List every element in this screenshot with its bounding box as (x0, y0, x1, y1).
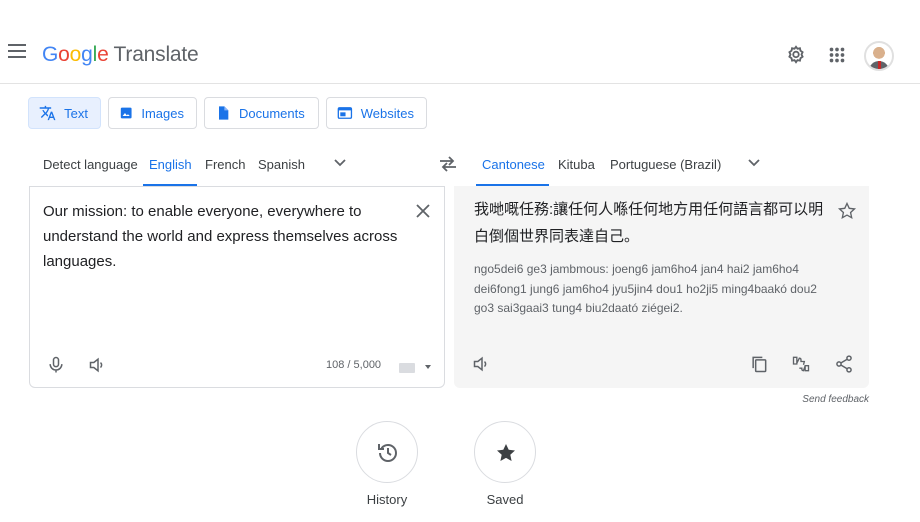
saved-label: Saved (486, 492, 524, 507)
save-translation-star-icon[interactable] (837, 201, 857, 221)
mode-websites-label: Websites (360, 105, 414, 121)
send-feedback-link[interactable]: Send feedback (770, 394, 869, 405)
clear-source-close-icon[interactable] (414, 202, 432, 220)
target-lang-portuguese-brazil[interactable]: Portuguese (Brazil) (610, 157, 721, 172)
product-name: Translate (113, 43, 199, 66)
translated-text: 我哋嘅任務:讓任何人喺任何地方用任何語言都可以明白倒個世界同表達自己。 (474, 201, 824, 245)
app-header: Google Translate (0, 0, 920, 84)
apps-icon[interactable] (826, 44, 848, 66)
mode-text-label: Text (64, 105, 88, 121)
avatar-tie (878, 61, 881, 69)
mode-websites-button[interactable]: Websites (326, 97, 427, 129)
keyboard-caret-icon[interactable] (425, 365, 431, 369)
mode-images-label: Images (141, 105, 184, 121)
source-lang-french[interactable]: French (205, 157, 245, 172)
history-button[interactable] (356, 421, 418, 483)
source-lang-more-chevron-down-icon[interactable] (333, 158, 347, 168)
source-lang-spanish[interactable]: Spanish (258, 157, 305, 172)
target-lang-kituba[interactable]: Kituba (558, 157, 595, 172)
target-text-panel: 我哋嘅任務:讓任何人喺任何地方用任何語言都可以明白倒個世界同表達自己。 ngo5… (454, 186, 869, 388)
keyboard-icon[interactable] (399, 363, 415, 373)
mode-images-button[interactable]: Images (108, 97, 197, 129)
rate-translation-thumbs-icon[interactable] (791, 354, 811, 374)
target-lang-more-chevron-down-icon[interactable] (747, 158, 761, 168)
transliteration-text: ngo5dei6 ge3 jambmous: joeng6 jam6ho4 ja… (474, 262, 817, 315)
website-icon (337, 107, 353, 119)
translate-icon (39, 105, 56, 121)
mode-documents-label: Documents (239, 105, 305, 121)
menu-icon[interactable] (8, 44, 28, 60)
target-lang-cantonese[interactable]: Cantonese (482, 157, 545, 172)
settings-icon[interactable] (785, 44, 807, 66)
image-icon (120, 107, 132, 119)
source-speaker-icon[interactable] (88, 355, 108, 375)
copy-icon[interactable] (749, 354, 769, 374)
source-text-panel[interactable]: Our mission: to enable everyone, everywh… (29, 186, 445, 388)
source-lang-english[interactable]: English (149, 157, 192, 172)
target-speaker-icon[interactable] (472, 354, 492, 374)
microphone-icon[interactable] (46, 355, 66, 375)
source-lang-detect[interactable]: Detect language (43, 157, 138, 172)
avatar[interactable] (864, 41, 894, 71)
character-count: 108 / 5,000 (326, 359, 382, 371)
source-textarea[interactable]: Our mission: to enable everyone, everywh… (43, 199, 403, 274)
app-logo[interactable]: Google Translate (42, 43, 199, 67)
swap-languages-icon[interactable] (438, 156, 458, 172)
saved-star-icon (497, 444, 515, 461)
share-icon[interactable] (834, 354, 854, 374)
history-label: History (366, 492, 408, 507)
document-icon (219, 106, 229, 120)
mode-text-button[interactable]: Text (28, 97, 101, 129)
mode-documents-button[interactable]: Documents (204, 97, 319, 129)
saved-button[interactable] (474, 421, 536, 483)
history-icon (378, 443, 397, 462)
